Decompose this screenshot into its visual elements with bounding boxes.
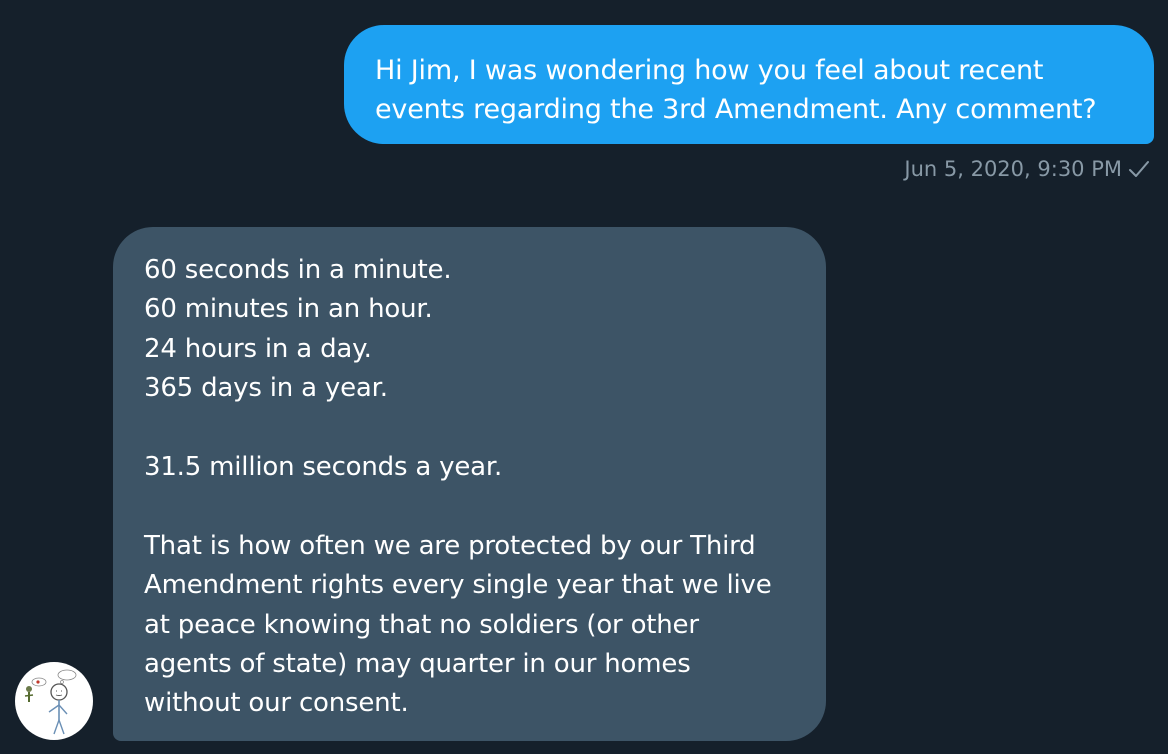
check-icon <box>1128 159 1150 179</box>
received-message-line: without our consent. <box>144 688 409 719</box>
received-message-line: 24 hours in a day. <box>144 333 372 364</box>
received-message-line: 60 minutes in an hour. <box>144 294 433 325</box>
sent-message-bubble[interactable]: Hi Jim, I was wondering how you feel abo… <box>344 25 1154 144</box>
conversation-view: Hi Jim, I was wondering how you feel abo… <box>0 0 1168 754</box>
received-message-line: 60 seconds in a minute. <box>144 255 452 285</box>
message-timestamp: Jun 5, 2020, 9:30 PM <box>904 157 1122 181</box>
received-message-bubble[interactable]: 60 seconds in a minute. 60 minutes in an… <box>113 227 826 741</box>
received-message-line: That is how often we are protected by ou… <box>144 530 756 561</box>
received-message-line: at peace knowing that no soldiers (or ot… <box>144 609 699 640</box>
received-message-line: 365 days in a year. <box>144 373 388 404</box>
received-message-line: Amendment rights every single year that … <box>144 570 772 601</box>
received-message-line: 31.5 million seconds a year. <box>144 452 503 483</box>
sent-message-line: events regarding the 3rd Amendment. Any … <box>375 94 1097 125</box>
stick-figure-avatar-icon <box>24 669 77 735</box>
sent-message-line: Hi Jim, I was wondering how you feel abo… <box>375 55 1044 86</box>
sender-avatar[interactable] <box>15 662 93 740</box>
received-message-line: agents of state) may quarter in our home… <box>144 649 691 680</box>
message-meta: Jun 5, 2020, 9:30 PM <box>904 152 1150 186</box>
